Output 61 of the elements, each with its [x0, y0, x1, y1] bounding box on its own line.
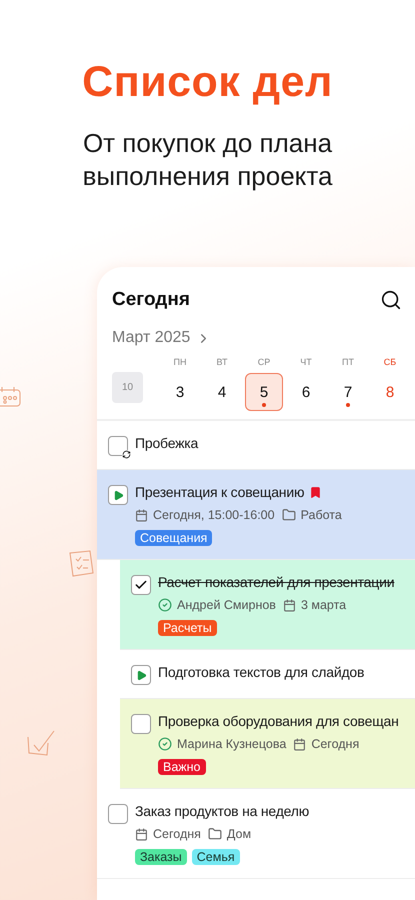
task-row[interactable]: Пробежка — [97, 421, 415, 470]
checkbox[interactable] — [108, 804, 128, 824]
calendar-day[interactable]: 3 — [161, 373, 199, 411]
checkmark-doodle-icon — [26, 729, 56, 757]
check-circle-icon — [158, 737, 172, 751]
calendar-day[interactable]: 6 — [287, 373, 325, 411]
calendar-day[interactable]: 5 — [245, 373, 283, 411]
play-button[interactable] — [108, 485, 128, 505]
task-tag[interactable]: Важно — [158, 759, 206, 775]
task-title: Подготовка текстов для слайдов — [158, 664, 364, 680]
task-meta: Марина Кузнецова — [177, 737, 286, 751]
play-icon — [112, 490, 124, 500]
calendar-day[interactable]: 4 — [203, 373, 241, 411]
task-tag[interactable]: Совещания — [135, 530, 212, 546]
search-icon[interactable] — [380, 289, 402, 311]
task-title: Заказ продуктов на неделю — [135, 803, 310, 819]
refresh-icon — [122, 450, 131, 459]
task-tag[interactable]: Семья — [192, 849, 240, 865]
task-title: Пробежка — [135, 435, 198, 451]
folder-icon — [208, 827, 222, 841]
task-title: Расчет показателей для презентации — [158, 574, 394, 590]
screen-title: Сегодня — [112, 289, 190, 311]
calendar-icon — [282, 598, 296, 612]
task-row[interactable]: Презентация к совещанию Сегодня, 15:00-16:00 Работа Совещания — [97, 470, 415, 560]
task-title: Проверка оборудования для совещан — [158, 713, 399, 729]
subtitle: От покупок до плана выполнения проекта — [82, 127, 334, 193]
weekday-label: ПН — [174, 357, 186, 367]
weekday-label: ПТ — [342, 357, 354, 367]
weekday-label: ЧТ — [300, 357, 312, 367]
headline: Список дел — [81, 58, 334, 107]
task-meta: Сегодня — [311, 737, 360, 751]
month-label[interactable]: Март 2025 — [112, 329, 190, 347]
task-row[interactable]: Проверка оборудования для совещан Марина Кузнецова Сегодня Важно — [120, 699, 415, 789]
checkbox[interactable] — [131, 575, 151, 595]
task-row[interactable]: Расчет показателей для презентации Андрей Смирнов 3 марта Расчеты — [120, 560, 415, 650]
calendar-icon — [293, 738, 306, 750]
task-row[interactable]: Подготовка текстов для слайдов — [120, 650, 415, 699]
task-title: Презентация к совещанию — [135, 484, 304, 500]
task-meta: Сегодня, 15:00-16:00 — [153, 508, 275, 522]
checkbox[interactable] — [131, 714, 151, 734]
check-circle-icon — [158, 598, 172, 612]
folder-icon — [282, 508, 296, 522]
task-meta: Сегодня — [153, 827, 201, 841]
weekday-label: СБ — [384, 357, 396, 367]
repeat-checkbox[interactable] — [108, 436, 128, 456]
task-tag[interactable]: Заказы — [135, 849, 187, 865]
task-meta: Дом — [226, 827, 252, 841]
play-icon — [136, 670, 146, 680]
calendar-day[interactable]: 8 — [371, 373, 409, 411]
task-row[interactable]: Заказ продуктов на неделю Сегодня Дом Заказы Семья — [97, 789, 415, 879]
calendar-icon — [135, 508, 148, 522]
weekday-label: ВТ — [216, 357, 228, 367]
week-number: 10 — [112, 372, 143, 403]
calendar-icon — [135, 828, 148, 840]
task-meta: Андрей Смирнов — [177, 598, 276, 612]
task-meta: Работа — [300, 508, 342, 522]
calendar-day[interactable]: 7 — [329, 373, 367, 411]
weekday-label: СР — [258, 357, 270, 367]
play-button[interactable] — [131, 665, 151, 685]
task-meta: 3 марта — [300, 598, 346, 612]
checklist-doodle-icon — [68, 549, 96, 579]
